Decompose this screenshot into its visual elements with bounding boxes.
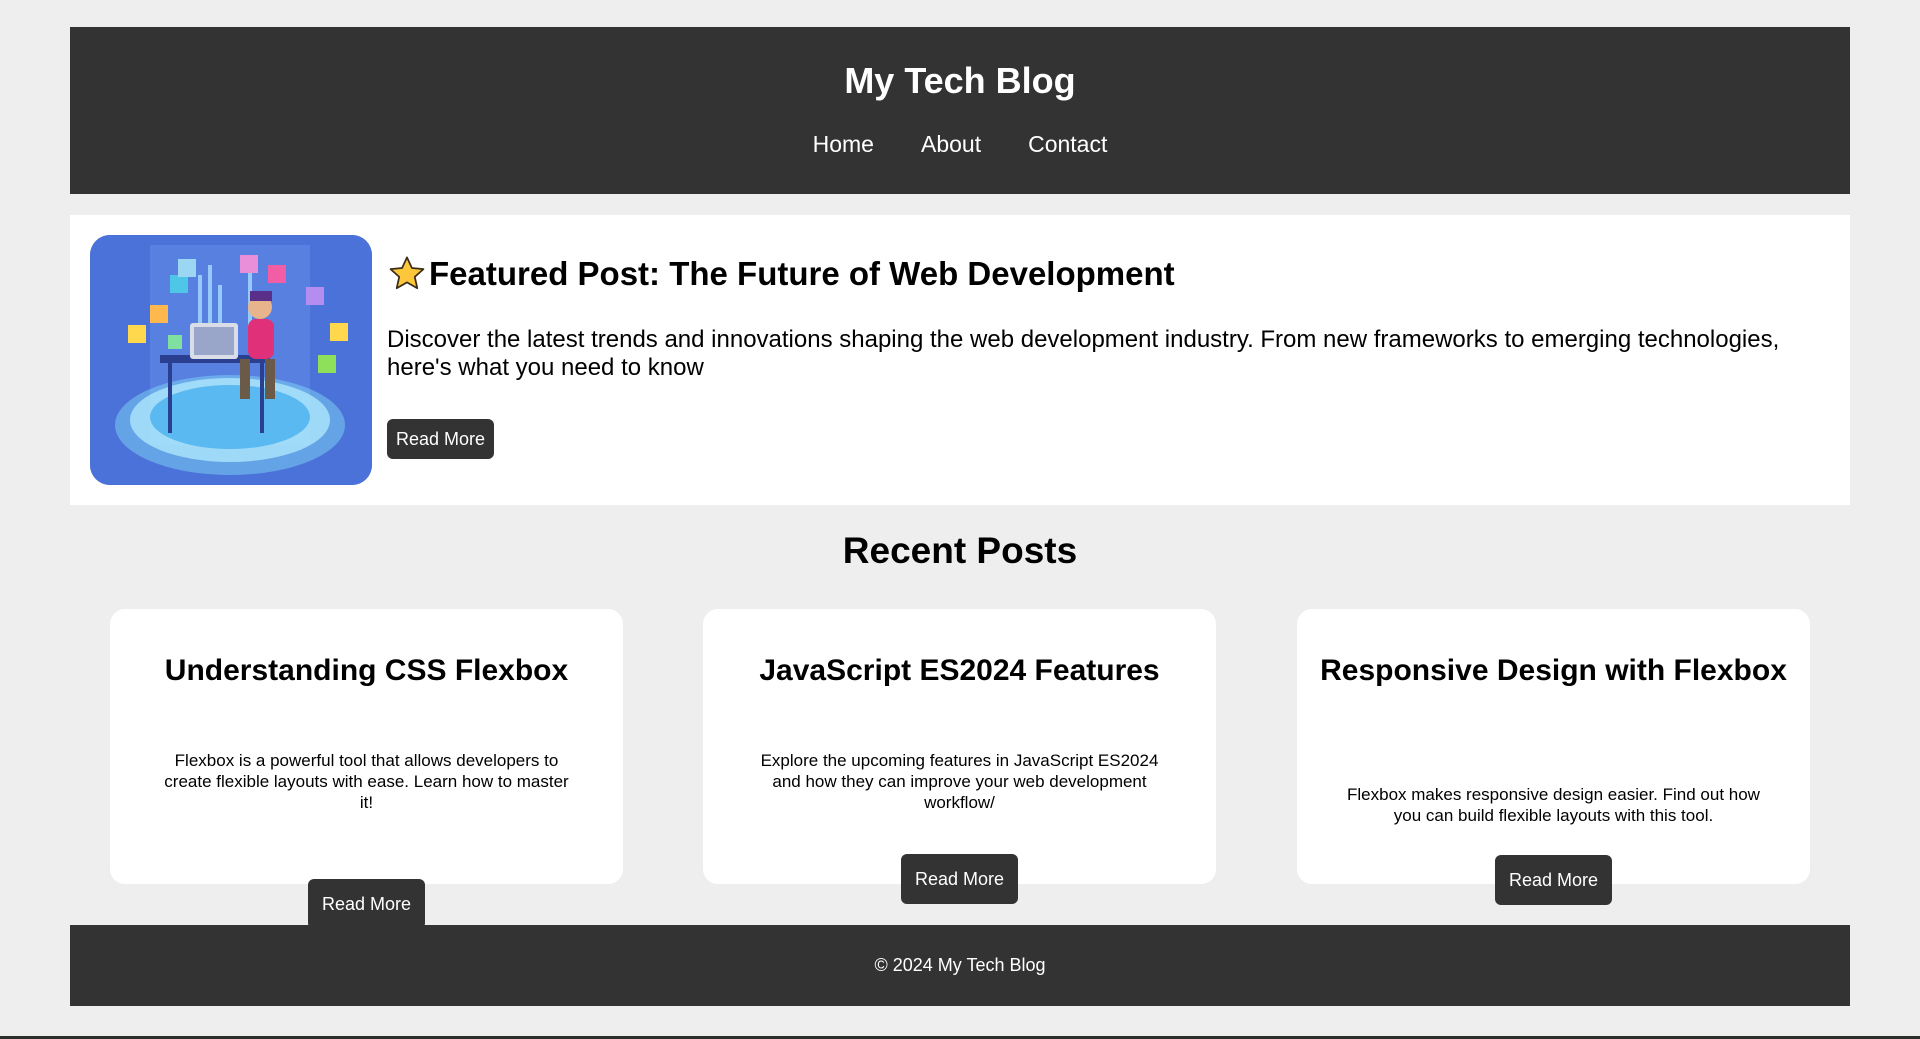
star-icon: [389, 256, 425, 290]
featured-read-more-button[interactable]: Read More: [387, 419, 494, 459]
post-card-text: Explore the upcoming features in JavaScr…: [760, 751, 1159, 812]
post-card-text: Flexbox is a powerful tool that allows d…: [164, 751, 569, 812]
post-card-read-more-button[interactable]: Read More: [901, 854, 1018, 904]
post-card-read-more-button[interactable]: Read More: [1495, 855, 1612, 905]
post-card-text: Flexbox makes responsive design easier. …: [1347, 785, 1760, 825]
site-header: My Tech Blog Home About Contact: [70, 27, 1850, 194]
post-card-title: JavaScript ES2024 Features: [759, 654, 1160, 687]
featured-post-image: [90, 235, 372, 485]
site-footer: © 2024 My Tech Blog: [70, 925, 1850, 1006]
post-card-title: Understanding CSS Flexbox: [164, 654, 569, 687]
nav-home-link[interactable]: Home: [813, 131, 874, 158]
post-card-title: Responsive Design with Flexbox: [1320, 654, 1787, 687]
featured-post-description: Discover the latest trends and innovatio…: [387, 326, 1780, 381]
post-card-responsive-design: Responsive Design with Flexbox Flexbox m…: [1297, 609, 1810, 905]
featured-post-title: Featured Post: The Future of Web Develop…: [387, 255, 1175, 293]
nav-about-link[interactable]: About: [921, 131, 981, 158]
nav-contact-link[interactable]: Contact: [1028, 131, 1107, 158]
page: My Tech Blog Home About Contact Featured…: [70, 27, 1850, 1006]
recent-posts-heading: Recent Posts: [842, 530, 1078, 571]
main-nav: Home About Contact: [70, 131, 1850, 158]
site-title: My Tech Blog: [844, 60, 1076, 101]
copyright-text: © 2024 My Tech Blog: [874, 955, 1046, 975]
post-card-javascript-es2024: JavaScript ES2024 Features Explore the u…: [703, 609, 1216, 904]
post-card-css-flexbox: Understanding CSS Flexbox Flexbox is a p…: [110, 609, 623, 929]
post-card-read-more-button[interactable]: Read More: [308, 879, 425, 929]
featured-post: Featured Post: The Future of Web Develop…: [70, 215, 1850, 505]
featured-post-title-text: Featured Post: The Future of Web Develop…: [429, 255, 1175, 292]
